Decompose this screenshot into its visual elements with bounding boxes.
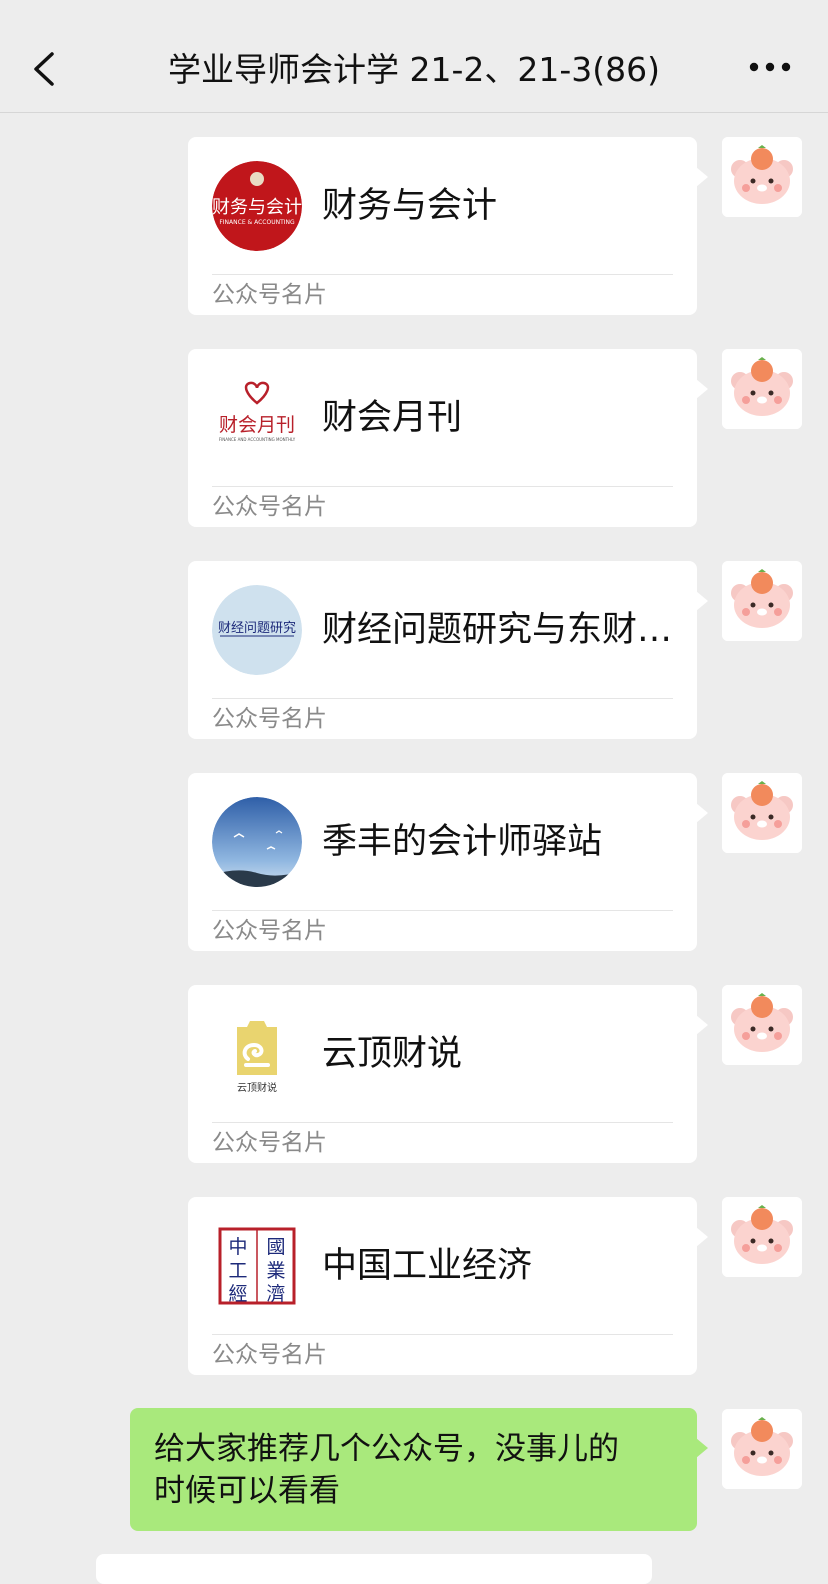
- chat-header: 学业导师会计学 21-2、21-3(86): [0, 0, 828, 113]
- user-avatar[interactable]: [722, 985, 802, 1065]
- svg-text:業: 業: [266, 1260, 285, 1282]
- bear-avatar-icon: [722, 561, 802, 641]
- official-account-card[interactable]: 财务与会计 FINANCE & ACCOUNTING 财务与会计 公众号名片: [188, 137, 708, 315]
- card-account-name: 财会月刊: [322, 398, 463, 438]
- svg-text:國: 國: [266, 1236, 285, 1258]
- user-avatar[interactable]: [722, 561, 802, 641]
- user-avatar[interactable]: [722, 349, 802, 429]
- more-dots-icon: [749, 62, 791, 72]
- bear-avatar-icon: [722, 349, 802, 429]
- message-text-line: 时候可以看看: [154, 1473, 340, 1509]
- card-account-name: 季丰的会计师驿站: [322, 822, 603, 862]
- bear-avatar-icon: [722, 137, 802, 217]
- user-avatar[interactable]: [722, 137, 802, 217]
- card-account-name: 财经问题研究与东财…: [322, 610, 672, 650]
- card-account-name: 云顶财说: [322, 1034, 463, 1074]
- official-account-card[interactable]: 财经问题研究 财经问题研究与东财… 公众号名片: [188, 561, 708, 739]
- account-logo-yunding: 云顶财说: [212, 1009, 302, 1099]
- svg-text:經: 經: [228, 1283, 247, 1305]
- official-account-card[interactable]: 财会月刊 FINANCE AND ACCOUNTING MONTHLY 财会月刊…: [188, 349, 708, 527]
- text-message-bubble[interactable]: 给大家推荐几个公众号，没事儿的 时候可以看看: [130, 1408, 708, 1531]
- account-logo-jifeng: [212, 797, 302, 887]
- svg-text:中: 中: [228, 1236, 247, 1258]
- account-logo-caijing: 财经问题研究: [212, 585, 302, 675]
- chat-title: 学业导师会计学 21-2、21-3(86): [167, 50, 661, 89]
- svg-text:财会月刊: 财会月刊: [219, 414, 295, 436]
- more-options-button[interactable]: [748, 52, 792, 82]
- account-logo-caihui: 财会月刊 FINANCE AND ACCOUNTING MONTHLY: [212, 373, 302, 463]
- card-divider: [212, 486, 673, 487]
- card-type-label: 公众号名片: [212, 1342, 327, 1368]
- official-account-card[interactable]: 季丰的会计师驿站 公众号名片: [188, 773, 708, 951]
- bear-avatar-icon: [722, 1409, 802, 1489]
- official-account-card[interactable]: 中 國 工 業 經 濟 中国工业经济 公众号名片: [188, 1197, 708, 1375]
- card-type-label: 公众号名片: [212, 494, 327, 520]
- message-text-line: 给大家推荐几个公众号，没事儿的: [154, 1431, 619, 1467]
- bear-avatar-icon: [722, 985, 802, 1065]
- user-avatar[interactable]: [722, 773, 802, 853]
- svg-text:濟: 濟: [266, 1283, 285, 1305]
- user-avatar[interactable]: [722, 1409, 802, 1489]
- card-divider: [212, 1334, 673, 1335]
- message-input[interactable]: [96, 1554, 652, 1584]
- card-type-label: 公众号名片: [212, 282, 327, 308]
- card-account-name: 财务与会计: [322, 186, 498, 226]
- svg-text:财务与会计: 财务与会计: [212, 197, 302, 218]
- chevron-left-icon: [34, 52, 54, 86]
- bear-avatar-icon: [722, 773, 802, 853]
- svg-text:FINANCE AND ACCOUNTING MONTHLY: FINANCE AND ACCOUNTING MONTHLY: [219, 437, 296, 442]
- svg-text:财经问题研究: 财经问题研究: [218, 621, 296, 636]
- back-button[interactable]: [22, 44, 66, 94]
- card-divider: [212, 274, 673, 275]
- svg-text:云顶财说: 云顶财说: [237, 1081, 277, 1094]
- card-divider: [212, 698, 673, 699]
- card-account-name: 中国工业经济: [322, 1246, 533, 1286]
- account-logo-caiwu: 财务与会计 FINANCE & ACCOUNTING: [212, 161, 302, 251]
- bear-avatar-icon: [722, 1197, 802, 1277]
- user-avatar[interactable]: [722, 1197, 802, 1277]
- card-type-label: 公众号名片: [212, 706, 327, 732]
- card-type-label: 公众号名片: [212, 918, 327, 944]
- card-divider: [212, 1122, 673, 1123]
- card-divider: [212, 910, 673, 911]
- account-logo-zhongguo-gongye: 中 國 工 業 經 濟: [212, 1221, 302, 1311]
- svg-text:工: 工: [228, 1260, 247, 1282]
- svg-text:FINANCE & ACCOUNTING: FINANCE & ACCOUNTING: [219, 219, 295, 226]
- official-account-card[interactable]: 云顶财说 云顶财说 公众号名片: [188, 985, 708, 1163]
- card-type-label: 公众号名片: [212, 1130, 327, 1156]
